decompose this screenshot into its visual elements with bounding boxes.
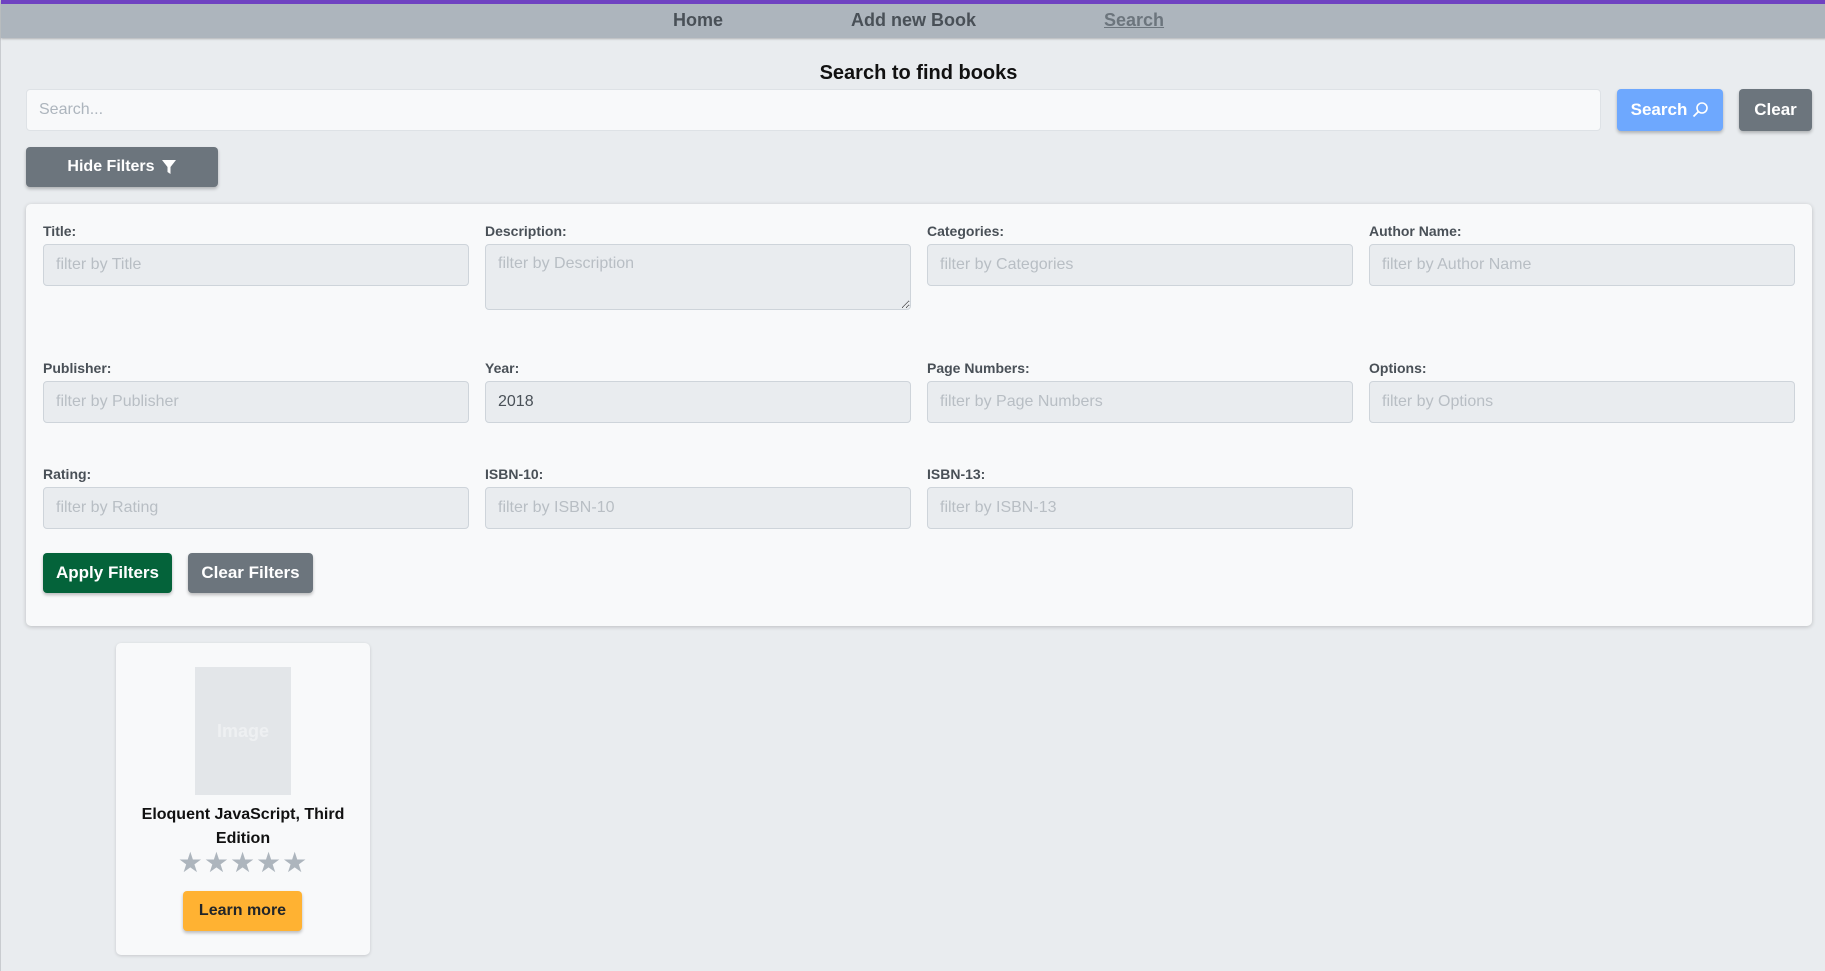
categories-filter-input[interactable] — [927, 244, 1353, 286]
isbn10-filter-label: ISBN-10: — [485, 466, 544, 482]
clear-filters-button[interactable]: Clear Filters — [188, 553, 313, 593]
publisher-filter-label: Publisher: — [43, 360, 112, 376]
options-filter-label: Options: — [1369, 360, 1427, 376]
star-icon: ★ — [177, 847, 204, 878]
clear-search-button[interactable]: Clear — [1739, 89, 1812, 131]
year-filter-input[interactable] — [485, 381, 911, 423]
magnifier-icon — [1693, 102, 1709, 118]
star-icon: ★ — [256, 847, 283, 878]
learn-more-button[interactable]: Learn more — [183, 891, 302, 931]
author-filter-input[interactable] — [1369, 244, 1795, 286]
isbn10-filter-input[interactable] — [485, 487, 911, 529]
isbn13-filter-input[interactable] — [927, 487, 1353, 529]
nav-search-link[interactable]: Search — [1104, 10, 1164, 31]
description-filter-label: Description: — [485, 223, 567, 239]
author-filter-label: Author Name: — [1369, 223, 1462, 239]
filter-icon — [161, 160, 176, 174]
options-filter-input[interactable] — [1369, 381, 1795, 423]
search-input[interactable] — [26, 89, 1601, 131]
hide-filters-label: Hide Filters — [67, 158, 155, 175]
rating-filter-input[interactable] — [43, 487, 469, 529]
publisher-filter-input[interactable] — [43, 381, 469, 423]
categories-filter-label: Categories: — [927, 223, 1005, 239]
book-title: Eloquent JavaScript, Third Edition — [141, 806, 345, 847]
pages-filter-input[interactable] — [927, 381, 1353, 423]
title-filter-label: Title: — [43, 223, 77, 239]
book-card: Image Eloquent JavaScript, Third Edition… — [116, 643, 370, 955]
top-navigation: Home Add new Book Search — [1, 0, 1825, 38]
title-filter-input[interactable] — [43, 244, 469, 286]
page-title: Search to find books — [819, 62, 1018, 84]
isbn13-filter-label: ISBN-13: — [927, 466, 986, 482]
description-filter-input[interactable] — [485, 244, 911, 310]
apply-filters-button[interactable]: Apply Filters — [43, 553, 172, 593]
nav-home-link[interactable]: Home — [673, 10, 723, 31]
rating-filter-label: Rating: — [43, 466, 92, 482]
star-rating: ★★★★★ — [116, 848, 370, 878]
book-cover-image: Image — [195, 667, 291, 795]
star-icon: ★ — [229, 847, 257, 878]
search-button[interactable]: Search — [1617, 89, 1723, 131]
nav-add-book-link[interactable]: Add new Book — [851, 10, 976, 31]
year-filter-label: Year: — [485, 360, 520, 376]
star-icon: ★ — [282, 847, 309, 878]
star-icon: ★ — [203, 847, 230, 878]
search-button-label: Search — [1630, 100, 1688, 119]
pages-filter-label: Page Numbers: — [927, 360, 1030, 376]
hide-filters-button[interactable]: Hide Filters — [26, 147, 218, 187]
